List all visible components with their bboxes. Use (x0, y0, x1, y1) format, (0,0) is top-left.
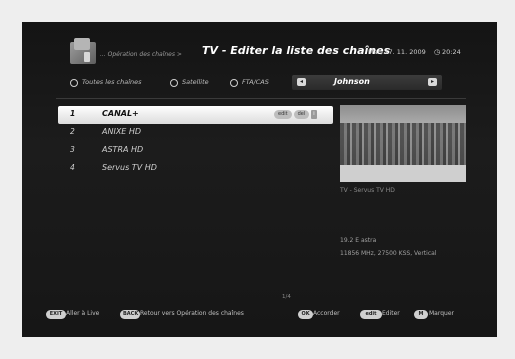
edit-badge-icon: edit (274, 110, 292, 119)
footer-label-exit: Aller à Live (66, 310, 100, 317)
radio-satellite[interactable] (170, 79, 178, 87)
date: Mar, 17. 11. 2009 (368, 48, 426, 56)
channel-number: 2 (70, 127, 75, 136)
page-title: TV - Editer la liste des chaînes (202, 44, 391, 57)
channel-list: 1 CANAL+ edit del i 2 ANIXE HD 3 ASTRA HD … (58, 106, 333, 178)
footer-label-edit: Editer (382, 310, 400, 317)
preview-crowd-shape (340, 123, 466, 167)
filter-row: Toutes les chaînes Satellite FTA/CAS ◂ J… (22, 75, 497, 91)
tv-screen: ... Opération des chaînes > TV - Editer … (22, 22, 497, 337)
channel-preview-image (340, 105, 466, 182)
group-name: Johnson (334, 77, 370, 86)
channel-name: ANIXE HD (102, 127, 142, 136)
header: ... Opération des chaînes > TV - Editer … (22, 38, 497, 68)
filter-label-all[interactable]: Toutes les chaînes (82, 78, 142, 86)
channel-name: CANAL+ (102, 109, 139, 118)
channel-number: 1 (70, 109, 76, 118)
preview-caption: TV - Servus TV HD (340, 187, 395, 194)
ok-key-icon[interactable]: OK (298, 310, 313, 319)
next-group-arrow-icon[interactable]: ▸ (428, 78, 437, 86)
breadcrumb: ... Opération des chaînes > (100, 51, 182, 58)
channel-number: 4 (70, 163, 75, 172)
mark-key-icon[interactable]: M (414, 310, 428, 319)
footer-label-mark: Marquer (429, 310, 454, 317)
filter-label-satellite[interactable]: Satellite (182, 78, 209, 86)
radio-fta-cas[interactable] (230, 79, 238, 87)
channel-edit-icon (70, 38, 96, 64)
channel-name: ASTRA HD (102, 145, 144, 154)
channel-row[interactable]: 1 CANAL+ edit del i (58, 106, 333, 124)
footer-label-back: Retour vers Opération des chaînes (140, 310, 244, 317)
radio-all-channels[interactable] (70, 79, 78, 87)
transponder-info: 11856 MHz, 27500 KSS, Vertical (340, 250, 437, 257)
edit-key-icon[interactable]: edit (360, 310, 382, 319)
channel-number: 3 (70, 145, 75, 154)
filter-label-fta-cas[interactable]: FTA/CAS (242, 78, 269, 86)
previous-group-arrow-icon[interactable]: ◂ (297, 78, 306, 86)
back-key-icon[interactable]: BACK (120, 310, 140, 319)
exit-key-icon[interactable]: EXIT (46, 310, 66, 319)
channel-row[interactable]: 2 ANIXE HD (58, 124, 333, 142)
clock-icon: ◷ (434, 48, 441, 56)
preview-ground-shape (340, 165, 466, 182)
delete-badge-icon: del (293, 110, 310, 119)
time: 20:24 (442, 48, 461, 56)
footer-label-ok: Accorder (313, 310, 340, 317)
divider (56, 98, 466, 99)
channel-row[interactable]: 3 ASTRA HD (58, 142, 333, 160)
group-selector[interactable]: ◂ Johnson ▸ (292, 75, 442, 90)
channel-row[interactable]: 4 Servus TV HD (58, 160, 333, 178)
page-indicator: 1/4 (282, 294, 291, 300)
channel-name: Servus TV HD (102, 163, 157, 172)
footer-help-bar: EXIT Aller à Live BACK Retour vers Opéra… (22, 309, 497, 323)
satellite-info: 19.2 E astra (340, 237, 377, 244)
info-badge-icon: i (311, 110, 317, 119)
